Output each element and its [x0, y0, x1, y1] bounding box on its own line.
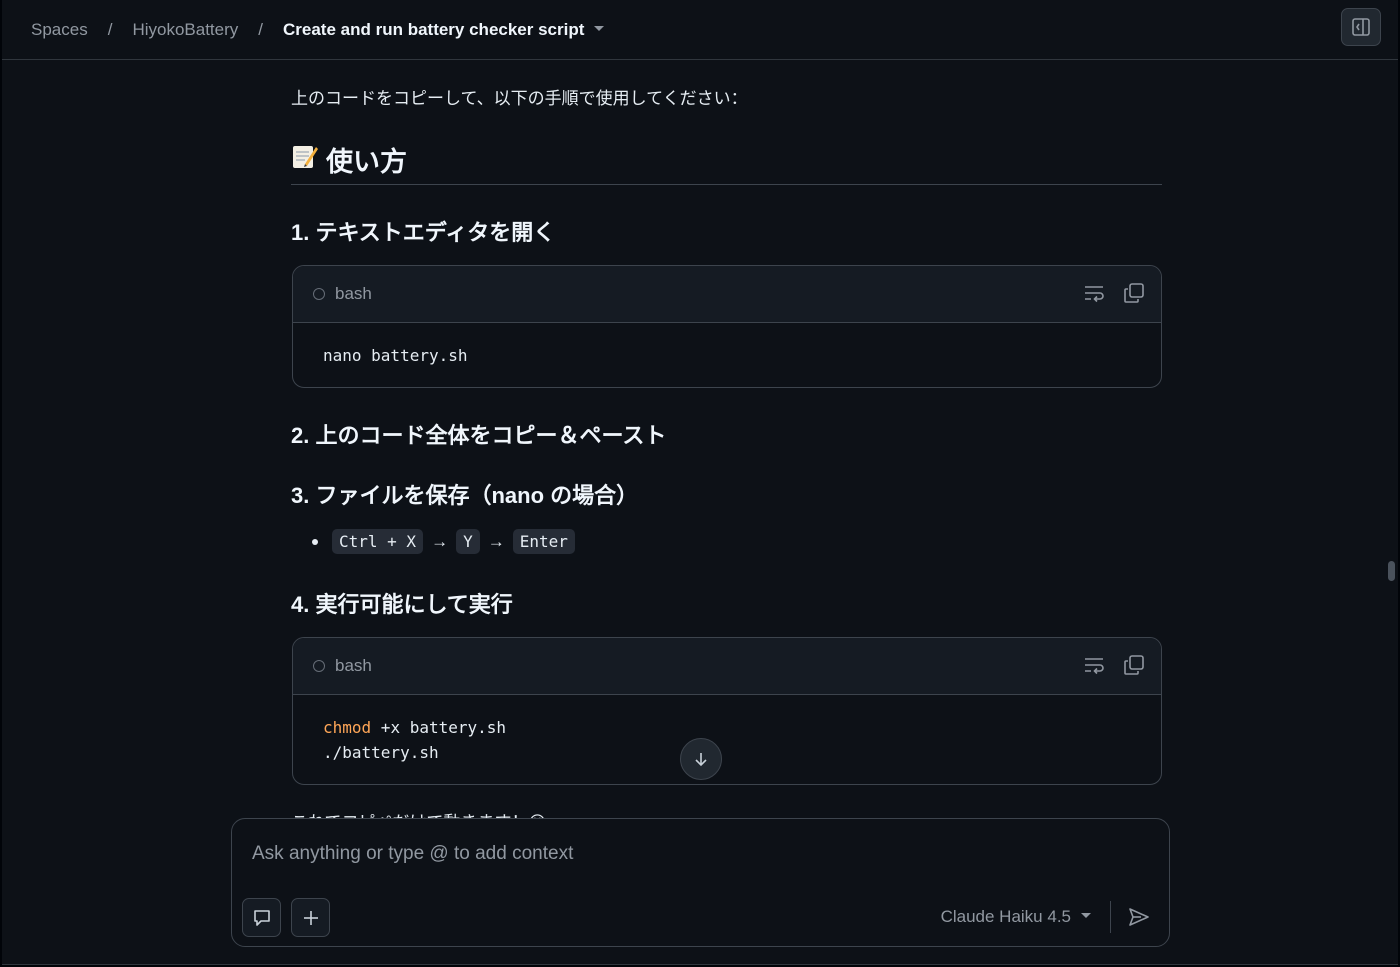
step-4-heading: 4. 実行可能にして実行	[291, 592, 513, 617]
code-language: bash	[335, 284, 372, 303]
memo-icon	[291, 142, 319, 170]
code-line: ./battery.sh	[323, 743, 439, 762]
conversation-title: Create and run battery checker script	[283, 19, 585, 39]
chat-input[interactable]: Ask anything or type @ to add context	[252, 843, 573, 865]
copy-icon[interactable]	[1123, 654, 1145, 676]
comment-icon	[253, 909, 270, 926]
language-dot-icon	[313, 660, 325, 672]
plus-icon	[303, 910, 318, 925]
step-3-heading: 3. ファイルを保存（nano の場合）	[291, 483, 639, 508]
breadcrumb-separator: /	[258, 19, 263, 39]
chevron-down-icon	[1081, 912, 1091, 918]
breadcrumb-spaces[interactable]: Spaces	[31, 20, 88, 40]
send-button[interactable]	[1127, 905, 1151, 929]
bullet-icon	[312, 538, 318, 545]
conversation-title-dropdown[interactable]: Create and run battery checker script	[283, 19, 605, 40]
kbd-enter: Enter	[512, 529, 575, 554]
code-block-header: bash	[293, 266, 1161, 323]
toggle-panel-button[interactable]	[1341, 8, 1381, 46]
chat-composer: Ask anything or type @ to add context Cl…	[231, 818, 1170, 947]
top-bar: Spaces / HiyokoBattery / Create and run …	[2, 0, 1398, 60]
code-language: bash	[335, 656, 372, 675]
breadcrumb-repo[interactable]: HiyokoBattery	[132, 20, 238, 40]
scrollbar-thumb[interactable]	[1388, 561, 1395, 581]
scroll-to-bottom-button[interactable]	[680, 738, 722, 780]
section-heading: 使い方	[291, 140, 1162, 185]
comment-button[interactable]	[242, 898, 281, 937]
chevron-down-icon	[594, 25, 605, 31]
closing-text: これでコピペだけで動きます！😊	[291, 808, 546, 818]
code-body: nano battery.sh	[293, 323, 1161, 387]
code-block-2: bash chmod +x battery.sh ./battery.sh	[292, 637, 1162, 785]
code-block-1: bash nano battery.sh	[292, 265, 1162, 388]
list-item: Ctrl + X → Y → Enter	[312, 529, 575, 554]
arrow-icon: →	[487, 531, 505, 551]
code-block-header: bash	[293, 638, 1161, 695]
section-heading-text: 使い方	[326, 147, 407, 177]
sidebar-panel-icon	[1352, 18, 1370, 36]
send-icon	[1129, 908, 1149, 926]
arrow-down-icon	[695, 753, 707, 767]
model-name: Claude Haiku 4.5	[940, 907, 1071, 926]
step-1-heading: 1. テキストエディタを開く	[291, 220, 556, 245]
add-context-button[interactable]	[291, 898, 330, 937]
divider	[1110, 901, 1111, 933]
code-keyword: chmod	[323, 718, 372, 737]
wrap-lines-icon[interactable]	[1083, 654, 1105, 676]
copy-icon[interactable]	[1123, 282, 1145, 304]
code-args: +x battery.sh	[371, 718, 507, 737]
language-dot-icon	[313, 288, 325, 300]
code-line: chmod +x battery.sh	[323, 715, 1131, 740]
kbd-ctrl-x: Ctrl + X	[332, 529, 424, 554]
breadcrumb-separator: /	[107, 19, 113, 39]
wrap-lines-icon[interactable]	[1083, 282, 1105, 304]
kbd-y: Y	[456, 529, 480, 554]
message-content: 上のコードをコピーして、以下の手順で使用してください： 使い方 1. テキストエ…	[290, 60, 1162, 818]
step-2-heading: 2. 上のコード全体をコピー＆ペースト	[291, 423, 667, 448]
model-selector[interactable]: Claude Haiku 4.5	[941, 907, 1091, 927]
intro-text: 上のコードをコピーして、以下の手順で使用してください：	[291, 89, 748, 108]
code-body: chmod +x battery.sh ./battery.sh	[293, 695, 1161, 784]
arrow-icon: →	[431, 531, 449, 551]
code-line: nano battery.sh	[323, 346, 468, 365]
